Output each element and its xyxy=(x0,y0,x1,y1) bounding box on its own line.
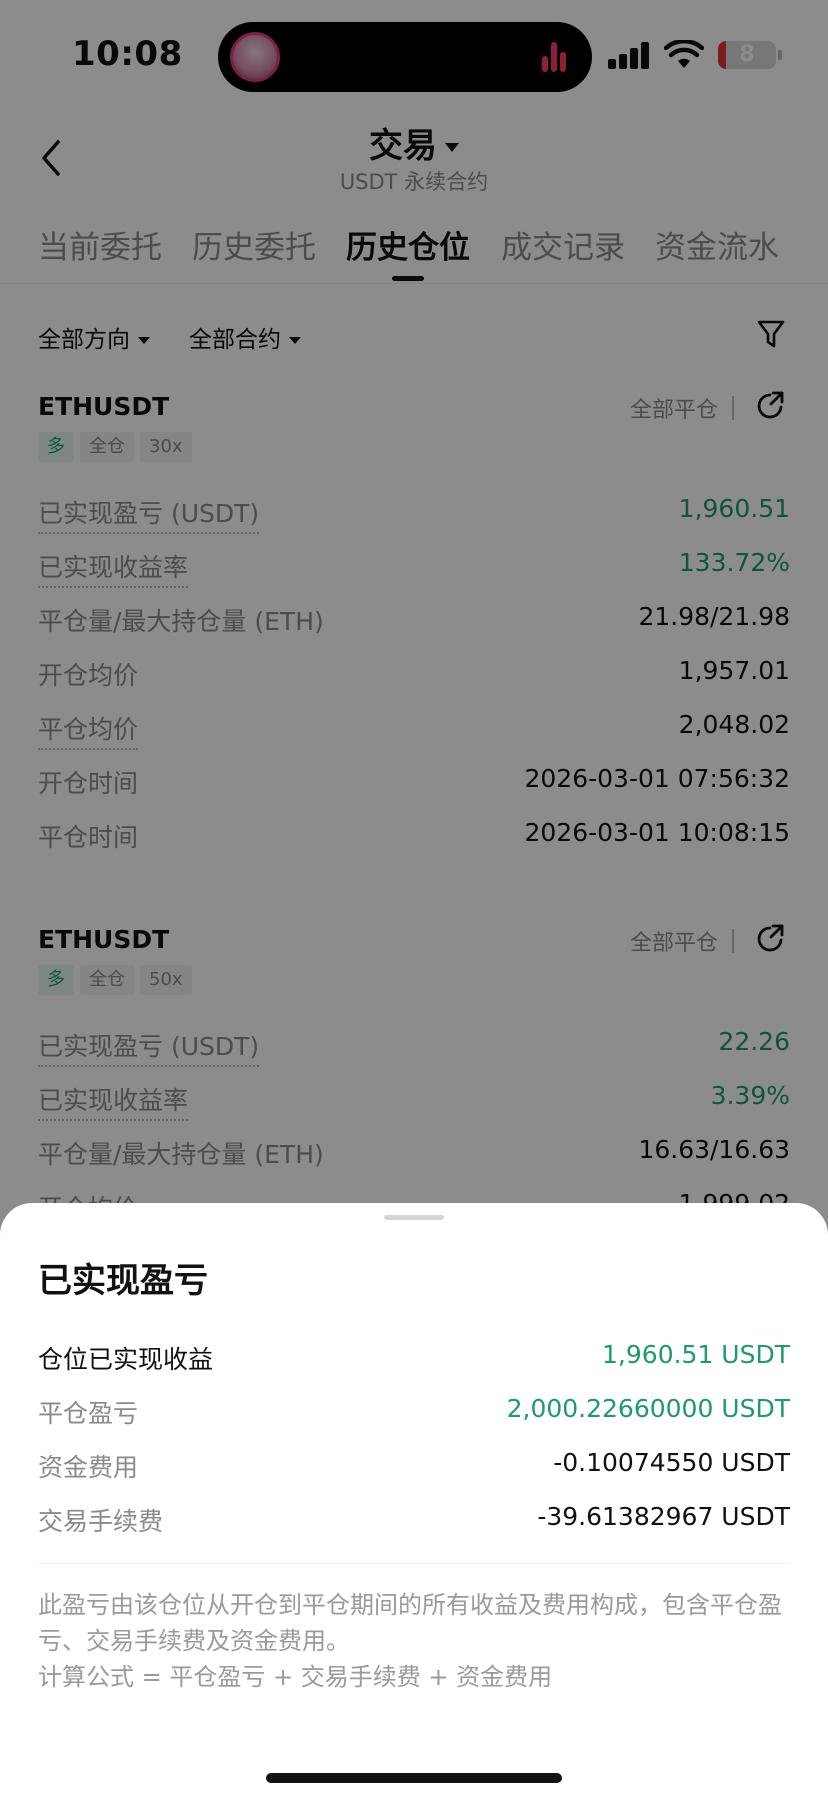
home-indicator[interactable] xyxy=(266,1773,562,1783)
trading-fee-value: -39.61382967 USDT xyxy=(537,1502,790,1531)
trade-page: 10:08 8 交易 USDT 永续合约 当前委托 历史委托 历史仓位 成交记录… xyxy=(0,0,828,1795)
funding-fee-label: 资金费用 xyxy=(38,1453,139,1482)
position-realized-pnl-value: 1,960.51 USDT xyxy=(602,1340,790,1369)
funding-fee-row: 资金费用 -0.10074550 USDT xyxy=(38,1448,790,1488)
position-realized-pnl-label: 仓位已实现收益 xyxy=(38,1345,214,1374)
trading-fee-row: 交易手续费 -39.61382967 USDT xyxy=(38,1502,790,1542)
realized-pnl-sheet: 已实现盈亏 仓位已实现收益 1,960.51 USDT 平仓盈亏 2,000.2… xyxy=(0,1203,828,1795)
funding-fee-value: -0.10074550 USDT xyxy=(553,1448,790,1477)
pnl-formula-text: 计算公式 = 平仓盈亏 + 交易手续费 + 资金费用 xyxy=(38,1663,553,1691)
sheet-drag-handle[interactable] xyxy=(384,1215,444,1220)
pnl-explanation: 此盈亏由该仓位从开仓到平仓期间的所有收益及费用构成，包含平仓盈亏、交易手续费及资… xyxy=(38,1587,790,1695)
close-pnl-row: 平仓盈亏 2,000.22660000 USDT xyxy=(38,1394,790,1434)
close-pnl-value: 2,000.22660000 USDT xyxy=(506,1394,790,1423)
position-realized-pnl-row: 仓位已实现收益 1,960.51 USDT xyxy=(38,1340,790,1380)
divider xyxy=(38,1563,790,1564)
pnl-explanation-text: 此盈亏由该仓位从开仓到平仓期间的所有收益及费用构成，包含平仓盈亏、交易手续费及资… xyxy=(38,1591,782,1655)
sheet-title: 已实现盈亏 xyxy=(38,1261,208,1301)
close-pnl-label: 平仓盈亏 xyxy=(38,1399,139,1428)
trading-fee-label: 交易手续费 xyxy=(38,1507,164,1536)
